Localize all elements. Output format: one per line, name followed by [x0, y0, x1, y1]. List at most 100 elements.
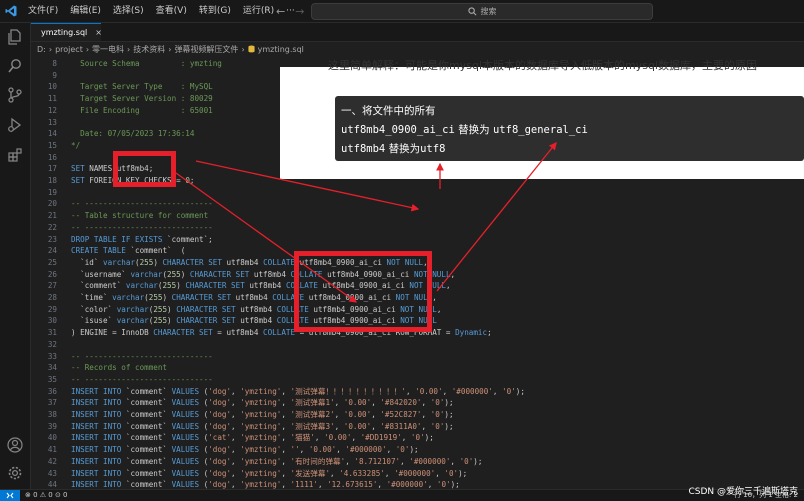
code-line[interactable]: 42 INSERT INTO `comment` VALUES ('dog', '… — [31, 456, 804, 468]
code-token: VALUES — [171, 433, 200, 443]
breadcrumb-item[interactable]: 零一电科 — [92, 44, 124, 55]
menu-item-file[interactable]: 文件(F) — [22, 0, 64, 22]
code-token: `comment` ( — [125, 246, 186, 256]
code-line[interactable]: 35 -- ---------------------------- — [31, 374, 804, 386]
settings-gear-icon[interactable] — [5, 463, 25, 483]
remote-indicator-icon[interactable] — [0, 490, 20, 501]
code-line[interactable]: 37 INSERT INTO `comment` VALUES ('dog', '… — [31, 397, 804, 409]
code-token: utf8mb4 — [221, 257, 264, 267]
code-token: varchar — [116, 304, 149, 314]
back-arrow-icon[interactable]: ← — [276, 5, 285, 18]
code-token: , — [371, 410, 381, 419]
code-token: utf8mb4 — [249, 269, 291, 279]
code-token: , — [445, 281, 451, 291]
code-token: `comment` — [121, 386, 172, 396]
code-token: ); — [444, 398, 454, 408]
extensions-icon[interactable] — [5, 145, 25, 165]
code-token: '0.00' — [343, 410, 372, 419]
breadcrumb-item[interactable]: 弹幕视频解压文件 — [174, 44, 238, 55]
tab-ymzting-sql[interactable]: ymzting.sql × — [31, 23, 102, 41]
source-control-icon[interactable] — [5, 85, 25, 105]
line-number: 27 — [47, 281, 57, 291]
code-line[interactable]: 21 -- Table structure for comment — [31, 210, 804, 222]
code-token: , — [281, 398, 291, 408]
forward-arrow-icon[interactable]: → — [295, 5, 304, 18]
code-token: varchar — [112, 293, 145, 302]
note-old-collation: utf8mb4_0900_ai_ci — [341, 124, 455, 136]
code-token: ( — [199, 433, 209, 443]
code-token: 'dog' — [208, 398, 232, 408]
code-token: VALUES — [171, 468, 200, 478]
code-token: , — [421, 398, 431, 408]
problems-indicator[interactable]: ⊗ 0 ⚠ 0 ⊙ 0 — [25, 490, 68, 501]
menu-item-go[interactable]: 转到(G) — [193, 0, 237, 22]
csdn-watermark: CSDN @爱你三千遍斯塔克 — [688, 487, 798, 497]
breadcrumb-item[interactable]: 技术资料 — [133, 44, 165, 55]
breadcrumb-item[interactable]: project — [55, 45, 83, 54]
code-line[interactable]: 38 INSERT INTO `comment` VALUES ('dog', '… — [31, 409, 804, 421]
code-token: 'ymzting' — [240, 468, 282, 478]
code-token: '1111' — [290, 480, 318, 489]
code-token: CHARACTER SET — [176, 316, 236, 326]
code-line[interactable]: 43 INSERT INTO `comment` VALUES ('dog', '… — [31, 468, 804, 480]
run-debug-icon[interactable] — [5, 115, 25, 135]
code-token: , — [405, 386, 416, 396]
code-line[interactable]: 39 INSERT INTO `comment` VALUES ('dog', '… — [31, 421, 804, 433]
menu-item-run[interactable]: 运行(R) — [237, 0, 280, 22]
breadcrumb-item[interactable]: D: — [37, 45, 46, 54]
code-token: '0' — [430, 398, 445, 408]
code-line[interactable]: 23 DROP TABLE IF EXISTS `comment`; — [31, 234, 804, 246]
code-token: '#8311A0' — [380, 421, 422, 431]
code-token: '#DD1919' — [360, 433, 402, 443]
code-token: , — [231, 386, 241, 396]
menu-item-selection[interactable]: 选择(S) — [107, 0, 150, 22]
code-token: `time` — [71, 293, 113, 302]
code-token: , — [432, 293, 437, 302]
code-token: '0.00' — [324, 433, 352, 443]
code-line[interactable]: 22 -- ---------------------------- — [31, 222, 804, 234]
code-line[interactable]: 34 -- Records of comment — [31, 362, 804, 374]
code-token: '0' — [502, 386, 516, 396]
code-line[interactable]: 40 INSERT INTO `comment` VALUES ('cat', '… — [31, 432, 804, 444]
line-number: 41 — [47, 445, 57, 455]
code-token: File Encoding : 65001 — [71, 105, 213, 115]
close-tab-icon[interactable]: × — [95, 28, 102, 37]
command-search-box[interactable]: 搜索 — [311, 3, 653, 20]
code-token: 'dog' — [208, 456, 232, 466]
code-line[interactable]: 32 — [31, 339, 804, 351]
database-file-icon — [248, 45, 255, 53]
code-token: , — [281, 433, 291, 443]
code-token: -- Table structure for comment — [71, 211, 209, 221]
code-token: `isuse` — [71, 316, 117, 326]
code-token: 'cat' — [208, 433, 232, 443]
code-line[interactable]: 36 INSERT INTO `comment` VALUES ('dog', '… — [31, 386, 804, 398]
code-token: ); — [424, 433, 434, 443]
breadcrumb-item[interactable]: ymzting.sql — [258, 45, 304, 54]
code-token: '#000000' — [394, 468, 436, 478]
code-token: CHARACTER SET — [176, 304, 236, 314]
code-line[interactable]: 19 — [31, 187, 804, 199]
code-text: -- ---------------------------- — [71, 222, 213, 234]
code-token: INSERT INTO — [71, 480, 122, 489]
search-icon[interactable] — [5, 56, 25, 76]
code-token: ); — [444, 410, 454, 419]
menu-item-edit[interactable]: 编辑(E) — [64, 0, 107, 22]
code-text: INSERT INTO `comment` VALUES ('dog', 'ym… — [71, 386, 525, 398]
code-token: , — [281, 468, 291, 478]
account-icon[interactable] — [5, 435, 25, 455]
explorer-files-icon[interactable] — [5, 27, 25, 47]
code-token: , — [334, 421, 344, 431]
line-number: 12 — [47, 105, 57, 115]
breadcrumb: D: › project › 零一电科 › 技术资料 › 弹幕视频解压文件 › ymzti… — [31, 42, 804, 56]
code-line[interactable]: 33 -- ---------------------------- — [31, 351, 804, 363]
menu-item-view[interactable]: 查看(V) — [150, 0, 193, 22]
line-number: 24 — [47, 246, 57, 256]
code-token: -- ---------------------------- — [71, 199, 213, 209]
code-token: VALUES — [171, 386, 200, 396]
code-line[interactable]: 20 -- ---------------------------- — [31, 198, 804, 210]
line-number: 10 — [47, 82, 57, 92]
code-token: , — [421, 421, 431, 431]
code-line[interactable]: 41 INSERT INTO `comment` VALUES ('dog', '… — [31, 444, 804, 456]
code-text: */ — [71, 140, 80, 152]
code-token: ) — [167, 304, 177, 314]
